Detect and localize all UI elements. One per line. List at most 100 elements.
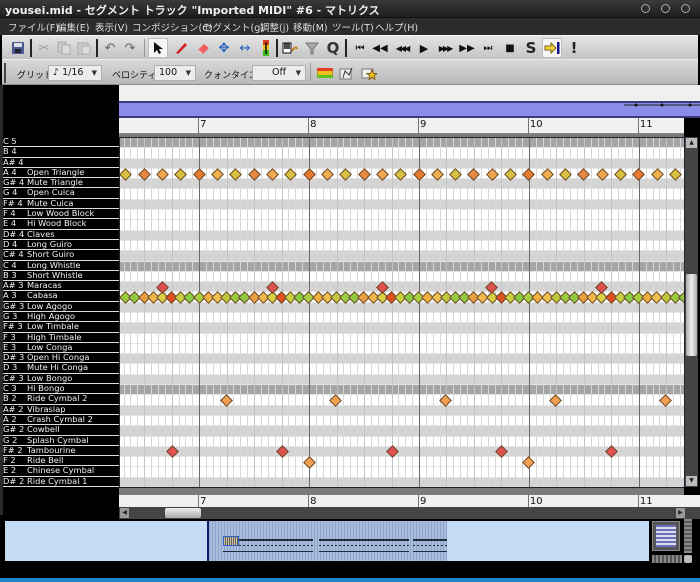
panic-icon[interactable]: ! bbox=[564, 38, 584, 58]
menu-adjust[interactable]: 調整(j) bbox=[260, 20, 289, 34]
grid-row[interactable] bbox=[120, 385, 684, 396]
grid-row[interactable] bbox=[120, 230, 684, 241]
bar-ruler-top[interactable]: 7 8 9 10 11 bbox=[119, 118, 684, 134]
menu-file[interactable]: ファイル(F) bbox=[8, 20, 59, 34]
redo-icon[interactable]: ↷ bbox=[120, 38, 140, 58]
pitch-row-label[interactable]: D# 2 Ride Cymbal 1 bbox=[3, 476, 119, 487]
horizontal-zoom-slider[interactable] bbox=[652, 555, 682, 563]
rewind-icon[interactable]: ◀◀ bbox=[370, 38, 390, 58]
note-grid[interactable] bbox=[119, 137, 684, 487]
undo-icon[interactable]: ↶ bbox=[100, 38, 120, 58]
pitch-row-label[interactable]: C# 4 Short Guiro bbox=[3, 250, 119, 261]
menu-help[interactable]: ヘルプ(H) bbox=[375, 20, 418, 34]
resize-icon[interactable]: ↔ bbox=[235, 38, 255, 58]
grid-row[interactable] bbox=[120, 416, 684, 427]
favorite-icon[interactable] bbox=[359, 63, 379, 83]
menu-segment[interactable]: セグメント(g) bbox=[203, 20, 264, 34]
grid-row[interactable] bbox=[120, 467, 684, 478]
grid-row[interactable] bbox=[120, 189, 684, 200]
scroll-right-icon[interactable]: ▶ bbox=[676, 508, 685, 518]
bar-ruler-bottom[interactable]: 7 8 9 10 11 bbox=[119, 495, 700, 511]
grid-select[interactable]: ♪ 1/16 ▼ bbox=[48, 65, 102, 81]
grid-row[interactable] bbox=[120, 302, 684, 313]
grid-row[interactable] bbox=[120, 251, 684, 262]
fast-rewind-icon[interactable]: ◀◀◀ bbox=[392, 38, 412, 58]
minimize-button[interactable] bbox=[641, 4, 650, 13]
quantize-select[interactable]: Off ▼ bbox=[252, 65, 306, 81]
vertical-scrollbar[interactable]: ▲ ▼ bbox=[684, 137, 698, 487]
menu-move[interactable]: 移動(M) bbox=[293, 20, 328, 34]
save-icon[interactable] bbox=[8, 38, 28, 58]
select-icon[interactable] bbox=[148, 38, 168, 58]
scroll-down-icon[interactable]: ▼ bbox=[686, 476, 697, 486]
grid-row[interactable] bbox=[120, 405, 684, 416]
horizontal-scrollbar[interactable]: ◀ ▶ bbox=[119, 507, 700, 519]
grid-row[interactable] bbox=[120, 220, 684, 231]
grid-row[interactable] bbox=[120, 477, 684, 487]
scroll-up-icon[interactable]: ▲ bbox=[686, 138, 697, 148]
rewind-start-icon[interactable]: ⏮ bbox=[350, 38, 370, 58]
marker-area[interactable] bbox=[119, 85, 700, 101]
grid-row[interactable] bbox=[120, 148, 684, 159]
move-icon[interactable]: ✥ bbox=[214, 38, 234, 58]
zoom-widget[interactable] bbox=[652, 521, 680, 551]
grid-row[interactable] bbox=[120, 323, 684, 334]
zoom-reset-button[interactable] bbox=[684, 555, 692, 563]
eraser-icon[interactable] bbox=[194, 38, 214, 58]
menu-tools[interactable]: ツール(T) bbox=[332, 20, 374, 34]
menu-edit[interactable]: 編集(E) bbox=[57, 20, 89, 34]
grid-row[interactable] bbox=[120, 210, 684, 221]
insert-note-icon[interactable] bbox=[337, 63, 357, 83]
grid-row[interactable] bbox=[120, 395, 684, 406]
grid-row[interactable] bbox=[120, 426, 684, 437]
pitch-row-label[interactable]: G# 2 Cowbell bbox=[3, 425, 119, 436]
stop-icon[interactable]: ■ bbox=[500, 38, 520, 58]
grid-row[interactable] bbox=[120, 374, 684, 386]
velocity-select[interactable]: 100 ▼ bbox=[154, 65, 196, 81]
pitch-row-label[interactable]: C 5 bbox=[3, 137, 119, 148]
scroll-follow-icon[interactable] bbox=[542, 38, 562, 58]
overview-current-view[interactable] bbox=[223, 536, 239, 546]
scroll-left-icon[interactable]: ◀ bbox=[120, 508, 129, 518]
segment-overview[interactable] bbox=[5, 521, 649, 561]
grid-row[interactable] bbox=[120, 158, 684, 169]
vertical-scroll-thumb[interactable] bbox=[686, 274, 697, 356]
segment-bar[interactable] bbox=[119, 101, 700, 118]
velocity-color-icon[interactable] bbox=[315, 63, 335, 83]
grid-row[interactable] bbox=[120, 241, 684, 252]
vertical-zoom-slider[interactable] bbox=[684, 519, 692, 553]
grid-row[interactable] bbox=[120, 272, 684, 283]
grid-row[interactable] bbox=[120, 437, 684, 447]
grid-row[interactable] bbox=[120, 446, 684, 458]
grid-row[interactable] bbox=[120, 261, 684, 272]
chord-icon[interactable] bbox=[280, 38, 300, 58]
copy-icon[interactable] bbox=[54, 38, 74, 58]
pencil-icon[interactable] bbox=[171, 38, 191, 58]
grid-row[interactable] bbox=[120, 138, 684, 149]
horizontal-scroll-thumb[interactable] bbox=[165, 508, 201, 518]
velocity-icon[interactable] bbox=[256, 38, 276, 58]
fast-forward-icon[interactable]: ▶▶▶ bbox=[435, 38, 455, 58]
filter-icon[interactable] bbox=[302, 38, 322, 58]
overview-viewport[interactable] bbox=[207, 521, 447, 561]
grid-row[interactable] bbox=[120, 354, 684, 365]
paste-icon[interactable] bbox=[74, 38, 94, 58]
forward-end-icon[interactable]: ⏭ bbox=[478, 38, 498, 58]
play-icon[interactable]: ▶ bbox=[414, 38, 434, 58]
grid-row[interactable] bbox=[120, 457, 684, 468]
grid-row[interactable] bbox=[120, 199, 684, 211]
quantize-icon[interactable]: Q bbox=[323, 38, 343, 58]
forward-icon[interactable]: ▶▶ bbox=[457, 38, 477, 58]
pitch-row-label[interactable]: A# 3 Maracas bbox=[3, 281, 119, 292]
menu-composition[interactable]: コンポジション(C) bbox=[132, 20, 213, 34]
grid-row[interactable] bbox=[120, 364, 684, 375]
grid-row[interactable] bbox=[120, 334, 684, 344]
menu-view[interactable]: 表示(V) bbox=[95, 20, 128, 34]
grid-row[interactable] bbox=[120, 179, 684, 190]
grid-row[interactable] bbox=[120, 313, 684, 324]
solo-icon[interactable]: S bbox=[521, 38, 541, 58]
close-button[interactable] bbox=[681, 4, 690, 13]
grid-row[interactable] bbox=[120, 344, 684, 355]
maximize-button[interactable] bbox=[661, 4, 670, 13]
cut-icon[interactable]: ✂ bbox=[34, 38, 54, 58]
